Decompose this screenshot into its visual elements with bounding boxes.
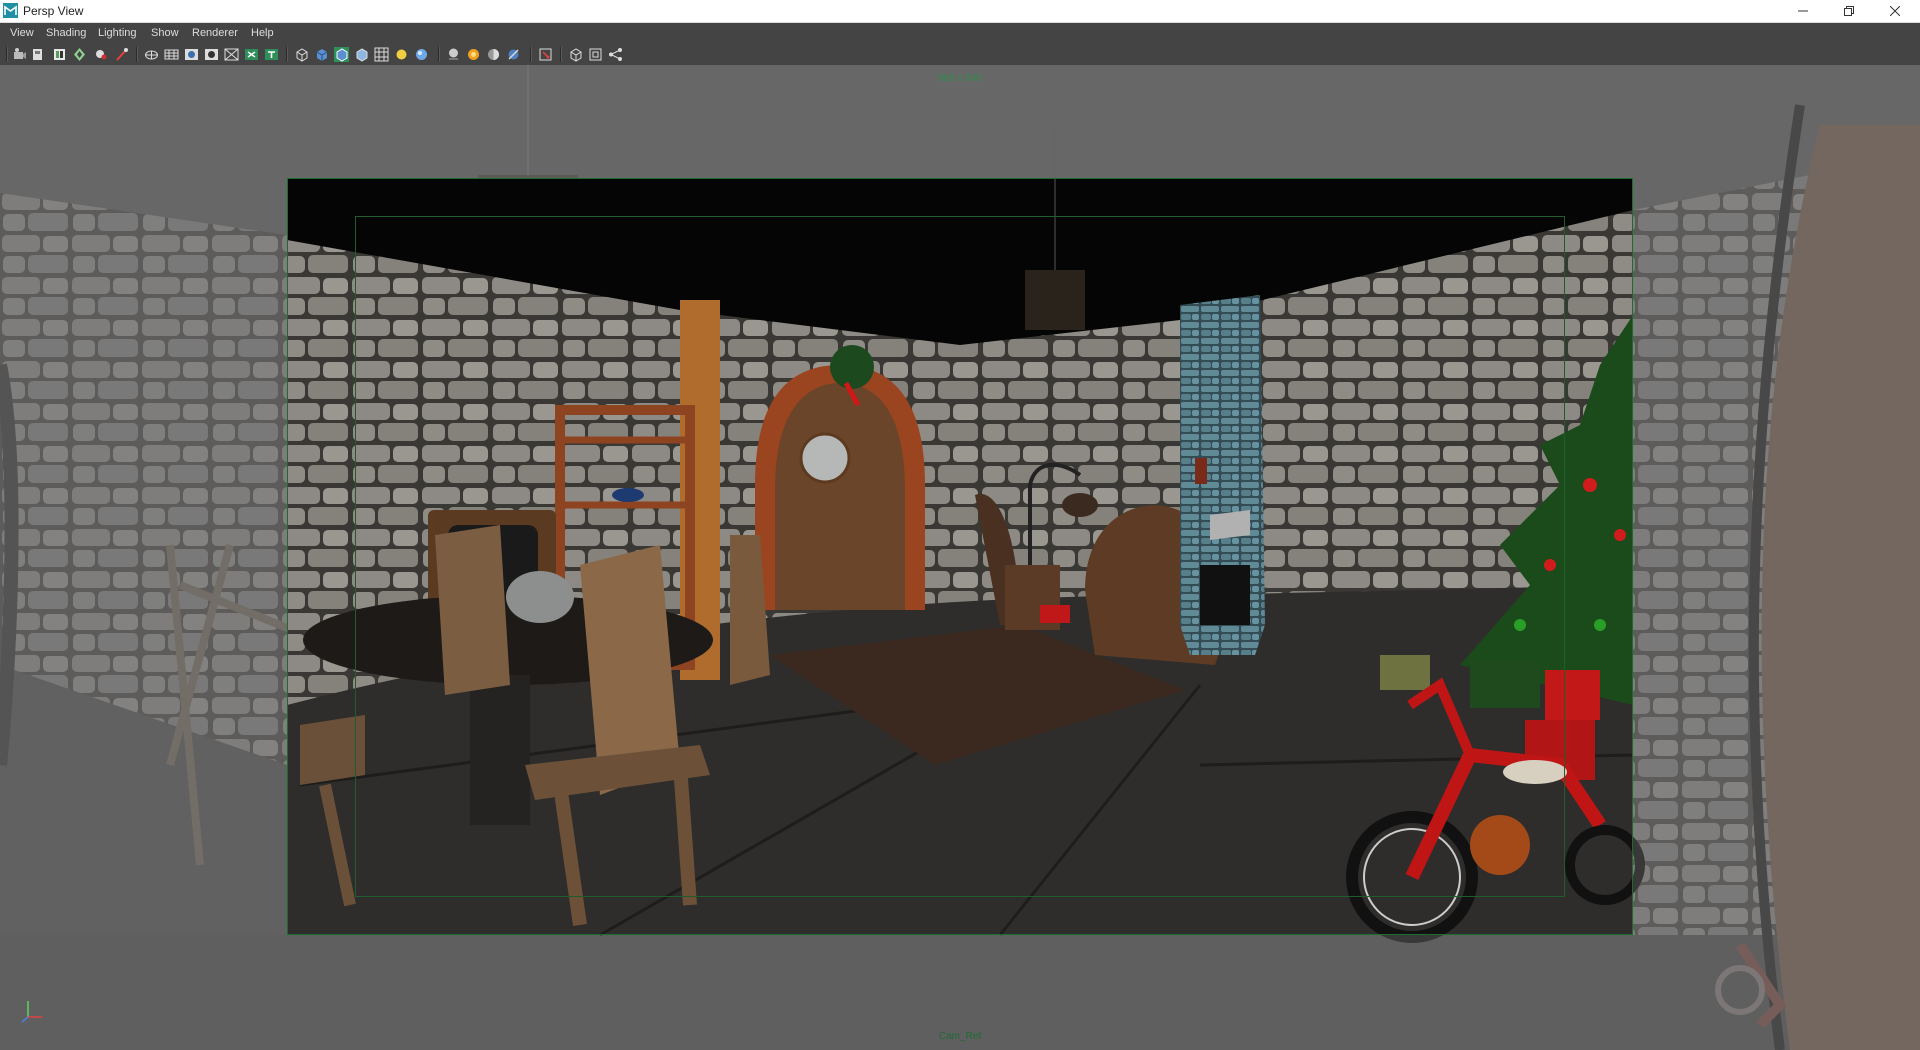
image-plane-icon[interactable] [52, 47, 67, 62]
shadows-icon[interactable] [394, 47, 409, 62]
grease-pencil-icon[interactable] [94, 47, 109, 62]
panel-toolbar [0, 44, 1920, 66]
resolution-gate-icon[interactable] [184, 47, 199, 62]
grid-icon[interactable] [144, 47, 159, 62]
field-chart-icon[interactable] [224, 47, 239, 62]
maya-app-icon [3, 3, 18, 18]
restore-button[interactable] [1826, 0, 1872, 22]
toolbar-separator [438, 47, 440, 62]
bookmark-icon[interactable] [30, 47, 45, 62]
toolbar-separator [560, 47, 562, 62]
panel-menu-bar: View Shading Lighting Show Renderer Help [0, 23, 1920, 44]
wireframe-icon[interactable] [294, 47, 309, 62]
safe-action-frame [355, 216, 1565, 897]
wireframe-on-shaded-icon[interactable] [334, 47, 349, 62]
snap-icon[interactable] [114, 47, 129, 62]
safe-title-icon[interactable] [264, 47, 279, 62]
close-button[interactable] [1872, 0, 1918, 22]
share-icon[interactable] [608, 47, 623, 62]
camera-name-label: Cam_Ref [938, 1031, 982, 1042]
menu-shading[interactable]: Shading [46, 27, 86, 39]
xray-components-icon[interactable] [506, 47, 521, 62]
gate-mask-icon[interactable] [204, 47, 219, 62]
film-gate-icon[interactable] [164, 47, 179, 62]
smooth-shade-icon[interactable] [314, 47, 329, 62]
menu-help[interactable]: Help [251, 27, 274, 39]
toolbar-separator [286, 47, 288, 62]
default-lighting-icon[interactable] [374, 47, 389, 62]
close-icon [1890, 6, 1900, 16]
resolution-label: 960 x 540 [938, 73, 982, 84]
hud-icon[interactable] [538, 47, 553, 62]
title-bar: Persp View [0, 0, 1920, 23]
minimize-icon [1798, 10, 1808, 12]
xray-joints-icon[interactable] [486, 47, 501, 62]
toolbar-separator [136, 47, 138, 62]
isolate-select-icon[interactable] [446, 47, 461, 62]
two-side-lighting-icon[interactable] [568, 47, 583, 62]
camera-attributes-icon[interactable] [12, 47, 27, 62]
material-icon[interactable] [414, 47, 429, 62]
viewport-layout-icon[interactable] [588, 47, 603, 62]
toolbar-separator [6, 47, 8, 62]
menu-lighting[interactable]: Lighting [98, 27, 137, 39]
menu-show[interactable]: Show [151, 27, 179, 39]
menu-view[interactable]: View [10, 27, 34, 39]
xray-icon[interactable] [466, 47, 481, 62]
view-axis-icon [21, 1001, 42, 1023]
minimize-button[interactable] [1780, 0, 1826, 22]
textured-icon[interactable] [354, 47, 369, 62]
persp-viewport[interactable]: 960 x 540 Cam_Ref [0, 65, 1920, 1050]
toolbar-separator [530, 47, 532, 62]
window-title: Persp View [23, 4, 84, 18]
restore-icon [1844, 6, 1854, 16]
2d-pan-zoom-icon[interactable] [72, 47, 87, 62]
menu-renderer[interactable]: Renderer [192, 27, 238, 39]
safe-action-icon[interactable] [244, 47, 259, 62]
